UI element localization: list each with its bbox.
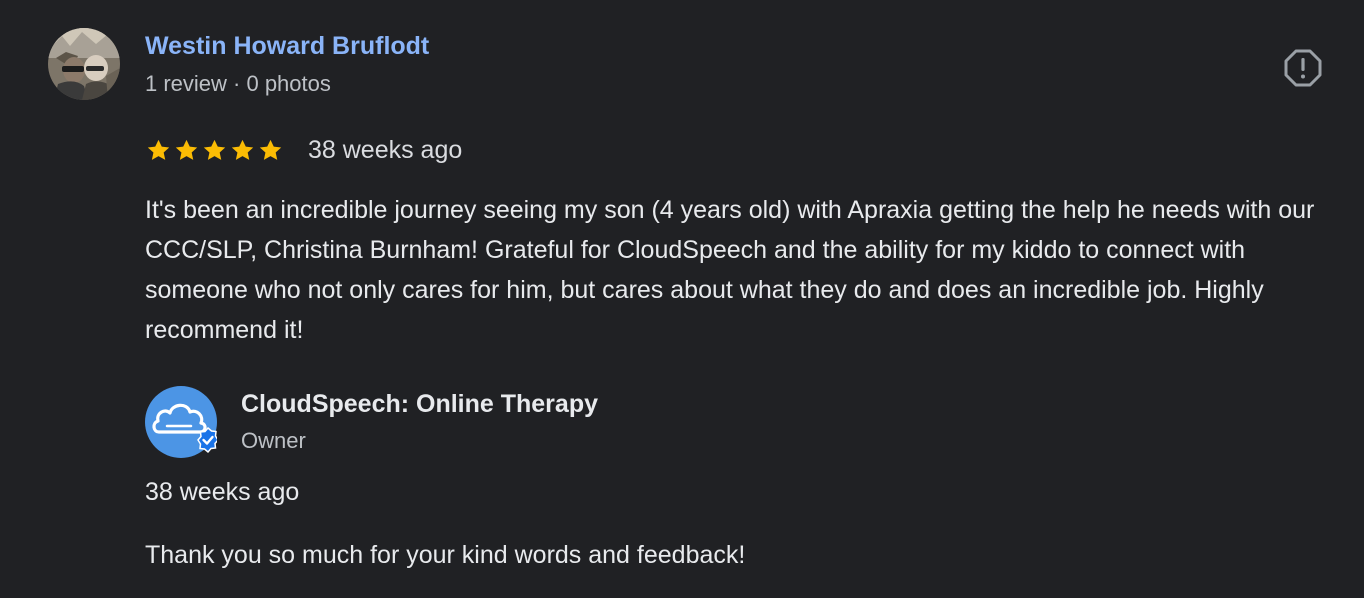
- reviewer-photo: [48, 28, 120, 100]
- star-rating: [145, 137, 284, 164]
- star-icon: [147, 139, 170, 160]
- report-icon: [1284, 49, 1322, 87]
- response-date: 38 weeks ago: [145, 478, 300, 506]
- verified-badge-icon: [197, 426, 219, 454]
- review-text: It's been an incredible journey seeing m…: [145, 196, 1315, 344]
- star-icon: [175, 139, 198, 160]
- rating-row: 38 weeks ago: [145, 133, 462, 167]
- reviewer-name[interactable]: Westin Howard Bruflodt: [145, 32, 429, 61]
- owner-role-label: Owner: [241, 428, 306, 453]
- reviewer-meta: 1 review · 0 photos: [145, 71, 331, 96]
- owner-avatar: [145, 386, 219, 458]
- owner-business-name: CloudSpeech: Online Therapy: [241, 390, 598, 418]
- star-icon: [203, 139, 226, 160]
- review-card: Westin Howard Bruflodt 1 review · 0 phot…: [0, 0, 1364, 598]
- star-icon: [231, 139, 254, 160]
- cloud-logo: [145, 386, 219, 458]
- response-text: Thank you so much for your kind words an…: [145, 541, 746, 569]
- review-date: 38 weeks ago: [308, 135, 463, 164]
- star-icon: [259, 139, 282, 160]
- report-button[interactable]: [1283, 48, 1323, 88]
- reviewer-avatar[interactable]: [48, 28, 120, 100]
